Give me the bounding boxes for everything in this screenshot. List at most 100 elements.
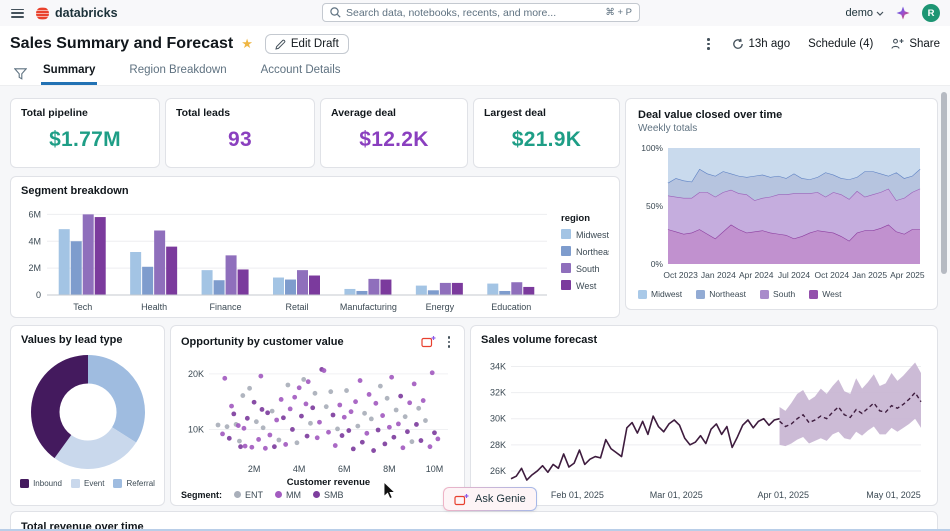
kpi-value: $1.77M bbox=[21, 128, 149, 152]
legend-item-mm[interactable]: MM bbox=[275, 490, 301, 500]
legend-swatch bbox=[809, 290, 818, 299]
lead-type-donut-chart bbox=[30, 354, 146, 470]
svg-text:Finance: Finance bbox=[210, 302, 242, 312]
svg-text:South: South bbox=[576, 264, 600, 274]
svg-text:32K: 32K bbox=[490, 388, 506, 398]
kpi-value: $21.9K bbox=[484, 128, 609, 152]
svg-text:Oct 2024: Oct 2024 bbox=[815, 270, 850, 280]
assistant-sparkle-icon[interactable] bbox=[896, 6, 910, 20]
chart-title: Sales volume forecast bbox=[481, 334, 927, 346]
svg-text:28K: 28K bbox=[490, 440, 506, 450]
legend-item-inbound[interactable]: Inbound bbox=[20, 479, 62, 488]
legend-label: Northeast bbox=[709, 289, 746, 299]
legend-item-west[interactable]: West bbox=[809, 289, 841, 299]
schedule-label: Schedule (4) bbox=[808, 38, 873, 50]
search-placeholder: Search data, notebooks, recents, and mor… bbox=[346, 7, 605, 19]
svg-text:Northeast: Northeast bbox=[576, 247, 609, 257]
legend-item-ent[interactable]: ENT bbox=[234, 490, 263, 500]
legend-label: South bbox=[773, 289, 795, 299]
tab-summary[interactable]: Summary bbox=[41, 60, 97, 85]
svg-text:Feb 01, 2025: Feb 01, 2025 bbox=[551, 490, 604, 500]
legend-swatch bbox=[20, 479, 29, 488]
legend-swatch bbox=[275, 491, 282, 498]
widget-menu-icon[interactable] bbox=[444, 334, 455, 350]
donut-chart-legend: Inbound Event Referral bbox=[21, 479, 154, 488]
vertical-scrollbar-thumb[interactable] bbox=[941, 92, 947, 274]
filter-icon[interactable] bbox=[14, 68, 27, 80]
edit-draft-button[interactable]: Edit Draft bbox=[265, 34, 349, 54]
svg-text:8M: 8M bbox=[383, 464, 396, 474]
svg-text:20K: 20K bbox=[188, 368, 204, 378]
svg-text:Jan 2024: Jan 2024 bbox=[701, 270, 736, 280]
favorite-star-icon[interactable]: ★ bbox=[241, 36, 253, 52]
svg-text:50%: 50% bbox=[646, 201, 663, 211]
svg-text:2M: 2M bbox=[248, 464, 261, 474]
genie-icon bbox=[454, 493, 469, 506]
svg-text:0%: 0% bbox=[651, 259, 664, 269]
svg-text:2M: 2M bbox=[28, 263, 41, 273]
pencil-icon bbox=[275, 39, 286, 50]
edit-draft-label: Edit Draft bbox=[291, 38, 339, 50]
dashboard-canvas: Total pipeline $1.77M Total leads 93 Ave… bbox=[0, 86, 950, 531]
legend-swatch bbox=[313, 491, 320, 498]
svg-text:100%: 100% bbox=[641, 143, 663, 153]
kpi-card-largest-deal: Largest deal $21.9K bbox=[473, 98, 620, 168]
dashboard-titlebar: Sales Summary and Forecast ★ Edit Draft … bbox=[0, 26, 950, 62]
kpi-card-total-pipeline: Total pipeline $1.77M bbox=[10, 98, 160, 168]
workspace-name: demo bbox=[845, 7, 873, 19]
legend-item-northeast[interactable]: Northeast bbox=[696, 289, 746, 299]
svg-text:Energy: Energy bbox=[426, 302, 455, 312]
sales-volume-forecast-chart: 26K28K30K32K34KFeb 01, 2025Mar 01, 2025A… bbox=[481, 350, 927, 502]
kpi-label: Largest deal bbox=[484, 107, 609, 119]
topbar-right: demo R bbox=[845, 0, 940, 26]
legend-label: Referral bbox=[126, 479, 154, 488]
chart-title: Opportunity by customer value bbox=[181, 336, 344, 348]
databricks-dashboard-screen: databricks Search data, notebooks, recen… bbox=[0, 0, 950, 531]
svg-text:Health: Health bbox=[141, 302, 167, 312]
svg-text:Manufacturing: Manufacturing bbox=[340, 302, 397, 312]
page-title: Sales Summary and Forecast bbox=[10, 35, 233, 53]
hamburger-menu-icon[interactable] bbox=[11, 9, 24, 18]
svg-text:Apr 2025: Apr 2025 bbox=[890, 270, 925, 280]
svg-text:30K: 30K bbox=[490, 414, 506, 424]
legend-item-referral[interactable]: Referral bbox=[113, 479, 154, 488]
svg-text:region: region bbox=[561, 213, 590, 224]
kpi-card-average-deal: Average deal $12.2K bbox=[320, 98, 468, 168]
tab-account-details[interactable]: Account Details bbox=[259, 60, 343, 85]
legend-item-smb[interactable]: SMB bbox=[313, 490, 344, 500]
legend-swatch bbox=[234, 491, 241, 498]
svg-text:Customer revenue: Customer revenue bbox=[287, 477, 370, 488]
workspace-switcher[interactable]: demo bbox=[845, 7, 884, 19]
area-chart-legend: Midwest Northeast South West bbox=[638, 289, 925, 299]
card-opportunity-by-customer-value: Opportunity by customer value 10K20K2M4M… bbox=[170, 325, 465, 506]
open-in-genie-icon[interactable] bbox=[421, 335, 436, 348]
svg-text:Jan 2025: Jan 2025 bbox=[852, 270, 887, 280]
brand-name: databricks bbox=[55, 6, 118, 20]
legend-item-event[interactable]: Event bbox=[71, 479, 104, 488]
card-sales-volume-forecast: Sales volume forecast 26K28K30K32K34KFeb… bbox=[470, 325, 938, 506]
legend-label: Midwest bbox=[651, 289, 682, 299]
search-input[interactable]: Search data, notebooks, recents, and mor… bbox=[322, 3, 640, 22]
title-actions: 13h ago Schedule (4) Share bbox=[703, 36, 940, 52]
legend-label: MM bbox=[286, 490, 301, 500]
svg-text:Education: Education bbox=[491, 302, 531, 312]
tab-region-breakdown[interactable]: Region Breakdown bbox=[127, 60, 228, 85]
share-button[interactable]: Share bbox=[891, 38, 940, 50]
svg-text:0: 0 bbox=[36, 290, 41, 300]
ask-genie-button[interactable]: Ask Genie bbox=[443, 487, 537, 511]
legend-item-south[interactable]: South bbox=[760, 289, 795, 299]
kpi-card-total-leads: Total leads 93 bbox=[165, 98, 315, 168]
chart-title: Values by lead type bbox=[21, 334, 154, 346]
svg-text:West: West bbox=[576, 281, 597, 291]
kpi-label: Total leads bbox=[176, 107, 304, 119]
legend-item-midwest[interactable]: Midwest bbox=[638, 289, 682, 299]
svg-text:Apr 2024: Apr 2024 bbox=[739, 270, 774, 280]
refresh-status[interactable]: 13h ago bbox=[732, 38, 791, 50]
more-actions-icon[interactable] bbox=[703, 36, 714, 52]
databricks-logo[interactable]: databricks bbox=[36, 6, 118, 20]
svg-text:26K: 26K bbox=[490, 466, 506, 476]
schedule-button[interactable]: Schedule (4) bbox=[808, 38, 873, 50]
deal-value-area-chart: 0%50%100%Oct 2023Jan 2024Apr 2024Jul 202… bbox=[638, 142, 925, 286]
user-avatar[interactable]: R bbox=[922, 4, 940, 22]
card-values-by-lead-type: Values by lead type Inbound Event Referral bbox=[10, 325, 165, 506]
